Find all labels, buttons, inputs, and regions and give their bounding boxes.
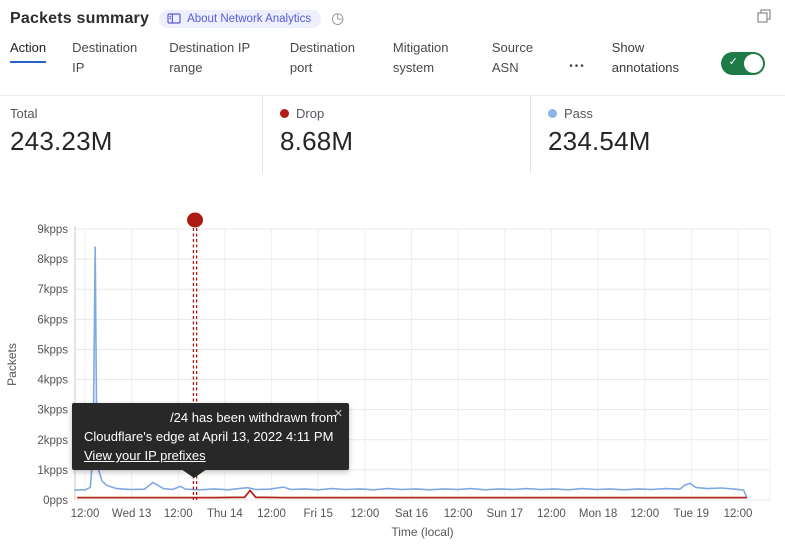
y-tick-label: 5kpps	[37, 344, 68, 356]
stat-total: Total 243.23M	[0, 96, 262, 173]
stat-total-label: Total	[10, 106, 37, 121]
stat-pass-label: Pass	[564, 106, 593, 121]
tab-destination-port[interactable]: Destination port	[290, 38, 367, 81]
annotation-dot[interactable]	[187, 213, 203, 228]
y-tick-label: 7kpps	[37, 284, 68, 296]
stat-pass-value: 234.54M	[548, 126, 769, 157]
x-tick-label: 12:00	[444, 508, 473, 520]
tab-source-asn[interactable]: Source ASN	[492, 38, 543, 81]
restore-window-icon[interactable]	[757, 9, 771, 28]
close-icon[interactable]: ✕	[334, 405, 343, 424]
x-tick-label: Tue 19	[674, 508, 709, 520]
tab-mitigation-system[interactable]: Mitigation system	[393, 38, 466, 81]
y-tick-label: 0pps	[43, 495, 68, 507]
tab-destination-ip-range[interactable]: Destination IP range	[169, 38, 264, 81]
x-tick-label: Sun 17	[487, 508, 523, 520]
tab-action[interactable]: Action	[10, 38, 46, 63]
clock-icon[interactable]: ◷	[331, 11, 344, 26]
stat-total-value: 243.23M	[10, 126, 246, 157]
more-tabs-ellipsis-icon[interactable]: •••	[569, 61, 586, 72]
x-tick-label: Wed 13	[112, 508, 151, 520]
x-tick-label: Fri 15	[304, 508, 333, 520]
view-ip-prefixes-link[interactable]: View your IP prefixes	[84, 448, 206, 463]
stat-drop: Drop 8.68M	[262, 96, 530, 173]
y-tick-label: 9kpps	[37, 224, 68, 236]
x-tick-label: 12:00	[257, 508, 286, 520]
x-tick-label: Mon 18	[579, 508, 617, 520]
y-tick-label: 1kpps	[37, 465, 68, 477]
y-axis-title: Packets	[5, 343, 19, 386]
x-tick-label: Sat 16	[395, 508, 428, 520]
annotation-tooltip: ✕ /24 has been withdrawn from Cloudflare…	[72, 403, 349, 470]
pass-legend-dot	[548, 109, 557, 118]
tab-bar: Action Destination IP Destination IP ran…	[0, 32, 785, 88]
drop-legend-dot	[280, 109, 289, 118]
tooltip-line2: Cloudflare's edge at April 13, 2022 4:11…	[84, 427, 337, 446]
show-annotations-toggle[interactable]: ✓	[721, 52, 765, 75]
x-axis-title: Time (local)	[391, 525, 453, 539]
y-tick-label: 3kpps	[37, 405, 68, 417]
check-icon: ✓	[729, 55, 738, 68]
book-icon	[167, 13, 181, 24]
tab-destination-ip[interactable]: Destination IP	[72, 38, 143, 81]
stat-pass: Pass 234.54M	[530, 96, 785, 173]
x-tick-label: 12:00	[350, 508, 379, 520]
show-annotations-label: Show annotations	[612, 38, 695, 78]
toggle-knob	[744, 54, 763, 73]
x-tick-label: 12:00	[164, 508, 193, 520]
stats-row: Total 243.23M Drop 8.68M Pass 234.54M	[0, 95, 785, 173]
badge-label: About Network Analytics	[187, 13, 311, 25]
y-tick-label: 2kpps	[37, 435, 68, 447]
y-tick-label: 8kpps	[37, 254, 68, 266]
y-tick-label: 6kpps	[37, 314, 68, 326]
about-network-analytics-badge[interactable]: About Network Analytics	[159, 10, 321, 28]
page-title: Packets summary	[10, 10, 149, 28]
x-tick-label: Thu 14	[207, 508, 243, 520]
packets-chart: 0pps 1kpps 2kpps 3kpps 4kpps 5kpps 6kpps 7kpps 8…	[0, 200, 785, 555]
header: Packets summary About Network Analytics …	[0, 0, 785, 32]
x-tick-label: 12:00	[724, 508, 753, 520]
stat-drop-value: 8.68M	[280, 126, 514, 157]
x-tick-label: 12:00	[630, 508, 659, 520]
tooltip-pointer	[181, 469, 207, 478]
stat-drop-label: Drop	[296, 106, 324, 121]
tooltip-line1: /24 has been withdrawn from	[84, 408, 337, 427]
y-tick-label: 4kpps	[37, 375, 68, 387]
x-tick-label: 12:00	[537, 508, 566, 520]
x-tick-label: 12:00	[71, 508, 100, 520]
